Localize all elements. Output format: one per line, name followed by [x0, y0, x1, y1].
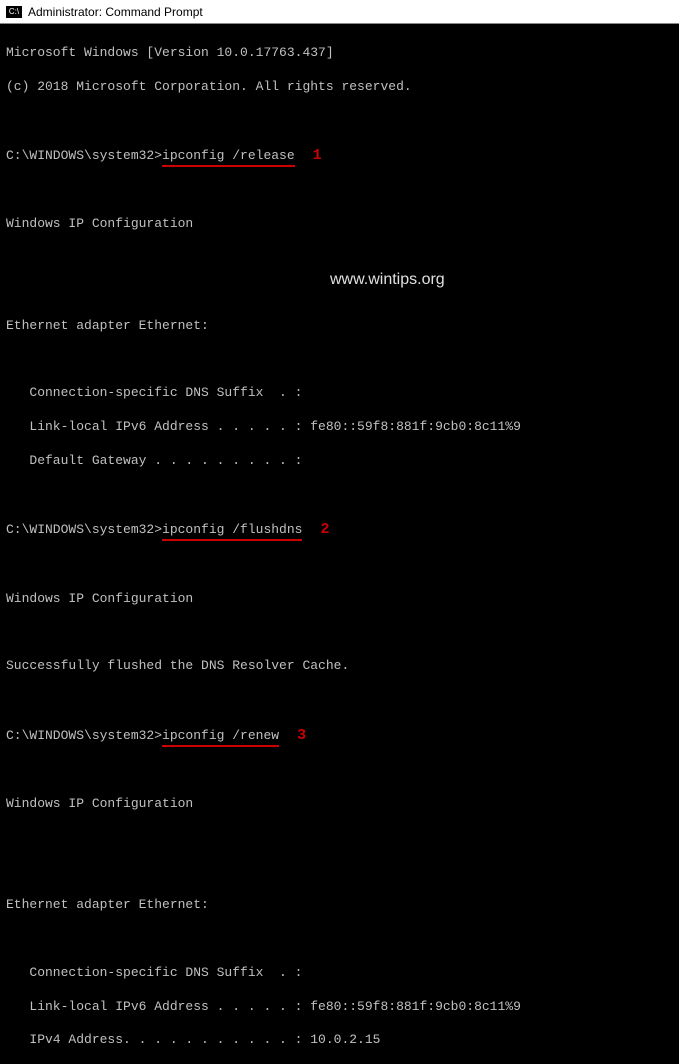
window-title: Administrator: Command Prompt	[28, 5, 203, 19]
ipv6-1: Link-local IPv6 Address . . . . . : fe80…	[6, 419, 673, 436]
command-line-2: C:\WINDOWS\system32>ipconfig /flushdns2	[6, 520, 673, 540]
annotation-number-3: 3	[297, 727, 306, 744]
copyright-line: (c) 2018 Microsoft Corporation. All righ…	[6, 79, 673, 96]
dns-suffix-1: Connection-specific DNS Suffix . :	[6, 385, 673, 402]
dns-suffix-2: Connection-specific DNS Suffix . :	[6, 965, 673, 982]
cmd-release: ipconfig /release	[162, 148, 295, 163]
wic-header-3: Windows IP Configuration	[6, 796, 673, 813]
annotation-underline-1	[162, 165, 295, 167]
cmd-icon: C:\	[6, 6, 22, 18]
cmd-renew: ipconfig /renew	[162, 728, 279, 743]
adapter-header-1: Ethernet adapter Ethernet:	[6, 318, 673, 335]
version-line: Microsoft Windows [Version 10.0.17763.43…	[6, 45, 673, 62]
watermark: www.wintips.org	[330, 270, 445, 291]
command-line-3: C:\WINDOWS\system32>ipconfig /renew3	[6, 726, 673, 746]
flush-msg: Successfully flushed the DNS Resolver Ca…	[6, 658, 673, 675]
annotation-underline-3	[162, 745, 279, 747]
annotation-underline-2	[162, 539, 302, 541]
ipv6-2: Link-local IPv6 Address . . . . . : fe80…	[6, 999, 673, 1016]
gateway-empty: Default Gateway . . . . . . . . . :	[6, 453, 673, 470]
cmd-flushdns: ipconfig /flushdns	[162, 522, 302, 537]
title-bar[interactable]: C:\ Administrator: Command Prompt	[0, 0, 679, 24]
annotation-number-2: 2	[320, 521, 329, 538]
adapter-header-2: Ethernet adapter Ethernet:	[6, 897, 673, 914]
wic-header-1: Windows IP Configuration	[6, 216, 673, 233]
command-line-1: C:\WINDOWS\system32>ipconfig /release1	[6, 146, 673, 166]
annotation-number-1: 1	[313, 147, 322, 164]
wic-header-2: Windows IP Configuration	[6, 591, 673, 608]
ipv4: IPv4 Address. . . . . . . . . . . : 10.0…	[6, 1032, 673, 1049]
terminal-output[interactable]: Microsoft Windows [Version 10.0.17763.43…	[0, 24, 679, 532]
